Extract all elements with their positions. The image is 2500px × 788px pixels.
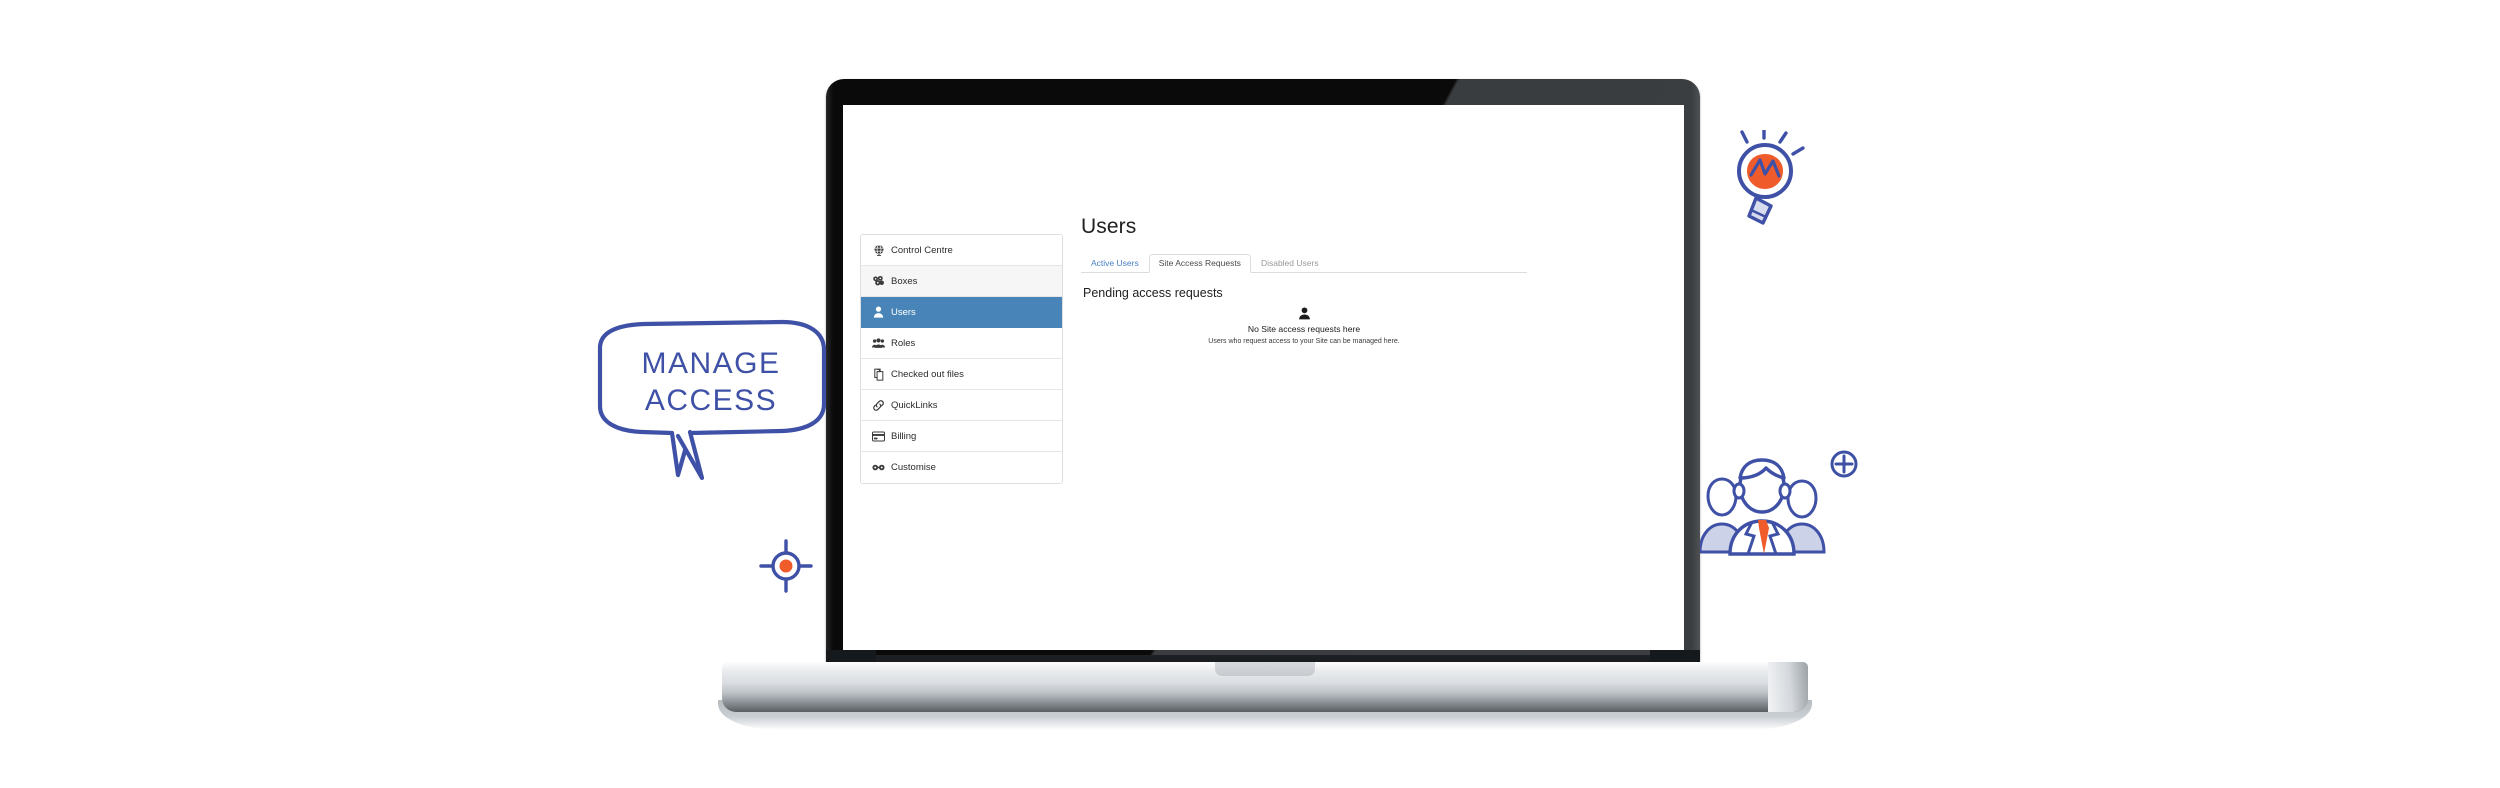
- laptop-hinge: [840, 655, 1686, 669]
- empty-state: No Site access requests here Users who r…: [1081, 307, 1527, 345]
- tab-disabled-users[interactable]: Disabled Users: [1251, 254, 1329, 274]
- laptop-mockup: Control Centre Boxes Users Roles Checked…: [0, 0, 2500, 788]
- page-title: Users: [1081, 215, 1137, 238]
- laptop-base-notch: [1215, 662, 1315, 676]
- users-group-icon: [872, 337, 885, 350]
- sidebar-item-label: Checked out files: [891, 368, 964, 380]
- tab-site-access-requests[interactable]: Site Access Requests: [1148, 253, 1251, 274]
- section-title: Pending access requests: [1083, 286, 1223, 301]
- sidebar-nav: Control Centre Boxes Users Roles Checked…: [860, 234, 1063, 484]
- sidebar-item-quicklinks[interactable]: QuickLinks: [861, 390, 1062, 421]
- sidebar-item-label: Roles: [891, 337, 916, 349]
- speech-bubble-line-2: ACCESS: [645, 384, 777, 417]
- link-icon: [872, 399, 885, 412]
- glasses-icon: [872, 461, 885, 474]
- laptop-base: [722, 662, 1808, 712]
- add-plus-icon: [1830, 450, 1858, 478]
- crosshair-target-icon: [758, 538, 814, 594]
- laptop-hinge-left: [826, 650, 876, 669]
- sidebar-item-billing[interactable]: Billing: [861, 421, 1062, 452]
- copy-files-icon: [872, 368, 885, 381]
- sidebar-item-users[interactable]: Users: [861, 297, 1062, 328]
- sidebar-item-roles[interactable]: Roles: [861, 328, 1062, 359]
- speech-bubble-doodle: MANAGE ACCESS: [586, 318, 836, 514]
- sidebar-item-checked-out-files[interactable]: Checked out files: [861, 359, 1062, 390]
- sidebar-item-label: Users: [891, 306, 916, 318]
- user-icon: [872, 306, 885, 319]
- add-people-group-icon: [1698, 448, 1860, 558]
- laptop-base-right-edge: [1768, 662, 1808, 712]
- empty-state-subtext: Users who request access to your Site ca…: [1208, 338, 1400, 346]
- sidebar-item-boxes[interactable]: Boxes: [861, 266, 1062, 297]
- control-centre-app: Control Centre Boxes Users Roles Checked…: [843, 105, 1684, 650]
- speech-bubble-line-1: MANAGE: [641, 347, 780, 380]
- credit-card-icon: [872, 430, 885, 443]
- main-content: Users Active Users Site Access Requests …: [1081, 215, 1527, 345]
- boxes-icon: [872, 275, 885, 288]
- sidebar-item-label: Boxes: [891, 275, 918, 287]
- sidebar-item-label: QuickLinks: [891, 399, 938, 411]
- sidebar-item-label: Customise: [891, 462, 936, 473]
- laptop-screen: Control Centre Boxes Users Roles Checked…: [843, 105, 1684, 650]
- globe-icon: [872, 244, 885, 257]
- lightbulb-idea-icon: [1719, 126, 1819, 240]
- sidebar-item-customise[interactable]: Customise: [861, 452, 1062, 483]
- sidebar-item-control-centre[interactable]: Control Centre: [861, 235, 1062, 266]
- sidebar-item-label: Billing: [891, 430, 917, 442]
- person-icon: [1298, 307, 1311, 320]
- laptop-base-left-edge: [722, 662, 762, 712]
- laptop-hinge-right: [1650, 650, 1700, 669]
- tab-active-users[interactable]: Active Users: [1081, 254, 1149, 274]
- sidebar-item-label: Control Centre: [891, 244, 953, 256]
- laptop-base-shadow: [718, 700, 1812, 730]
- tab-bar: Active Users Site Access Requests Disabl…: [1081, 250, 1527, 274]
- empty-state-heading: No Site access requests here: [1247, 324, 1361, 335]
